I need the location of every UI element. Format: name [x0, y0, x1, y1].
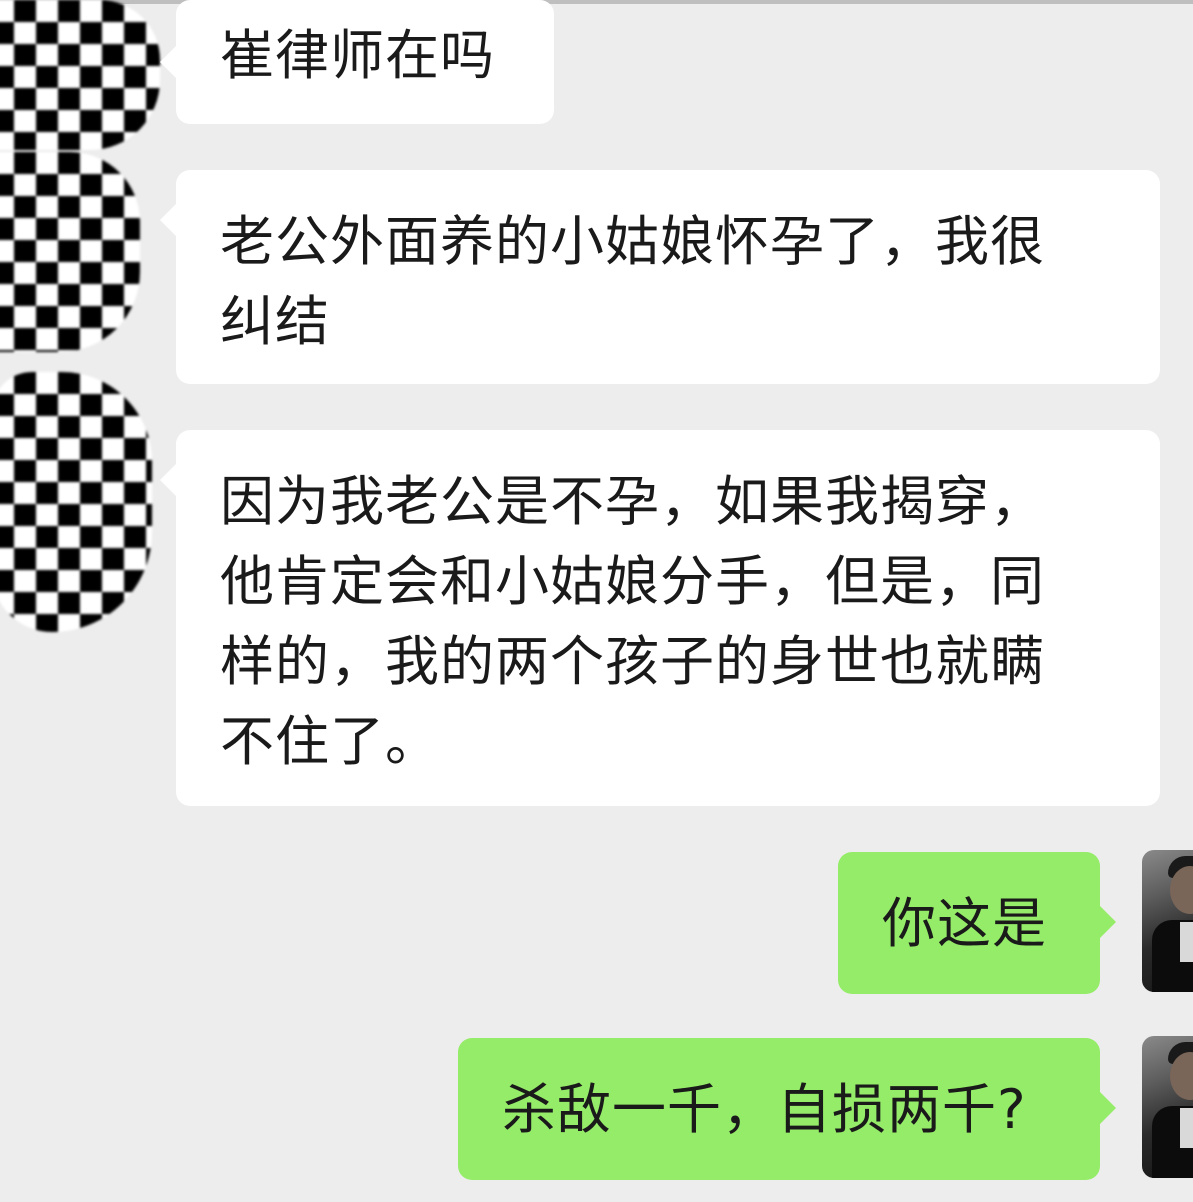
contact-avatar-icon[interactable]: [0, 152, 140, 352]
message-text: 他肯定会和小姑娘分手，但是，同: [220, 550, 1045, 613]
contact-avatar-icon[interactable]: [0, 372, 152, 632]
message-text: 纠结: [220, 290, 330, 353]
bubble-tail: [160, 204, 176, 236]
message-text: 老公外面养的小姑娘怀孕了，我很: [220, 210, 1045, 273]
message-text: 你这是: [882, 892, 1047, 955]
bubble-tail: [1100, 906, 1116, 938]
outgoing-message-bubble[interactable]: 你这是: [838, 852, 1116, 994]
message-text: 样的，我的两个孩子的身世也就瞒: [220, 630, 1045, 693]
bubble-tail: [160, 464, 176, 496]
outgoing-message-bubble[interactable]: 杀敌一千，自损两千?: [458, 1038, 1116, 1180]
avatar-shirt: [1180, 1108, 1193, 1148]
contact-avatar-icon[interactable]: [0, 0, 160, 150]
message-text: 杀敌一千，自损两千?: [502, 1078, 1027, 1141]
self-avatar-icon[interactable]: [1142, 1036, 1193, 1178]
incoming-message-bubble[interactable]: 崔律师在吗: [160, 0, 554, 124]
avatar-shirt: [1180, 922, 1193, 962]
incoming-message-bubble[interactable]: 老公外面养的小姑娘怀孕了，我很 纠结: [160, 170, 1160, 384]
incoming-message-bubble[interactable]: 因为我老公是不孕，如果我揭穿， 他肯定会和小姑娘分手，但是，同 样的，我的两个孩…: [160, 430, 1160, 806]
message-text: 因为我老公是不孕，如果我揭穿，: [220, 470, 1045, 533]
message-text: 不住了。: [220, 710, 440, 773]
bubble-tail: [160, 46, 176, 78]
bubble-tail: [1100, 1092, 1116, 1124]
self-avatar-icon[interactable]: [1142, 850, 1193, 992]
message-text: 崔律师在吗: [220, 24, 495, 87]
